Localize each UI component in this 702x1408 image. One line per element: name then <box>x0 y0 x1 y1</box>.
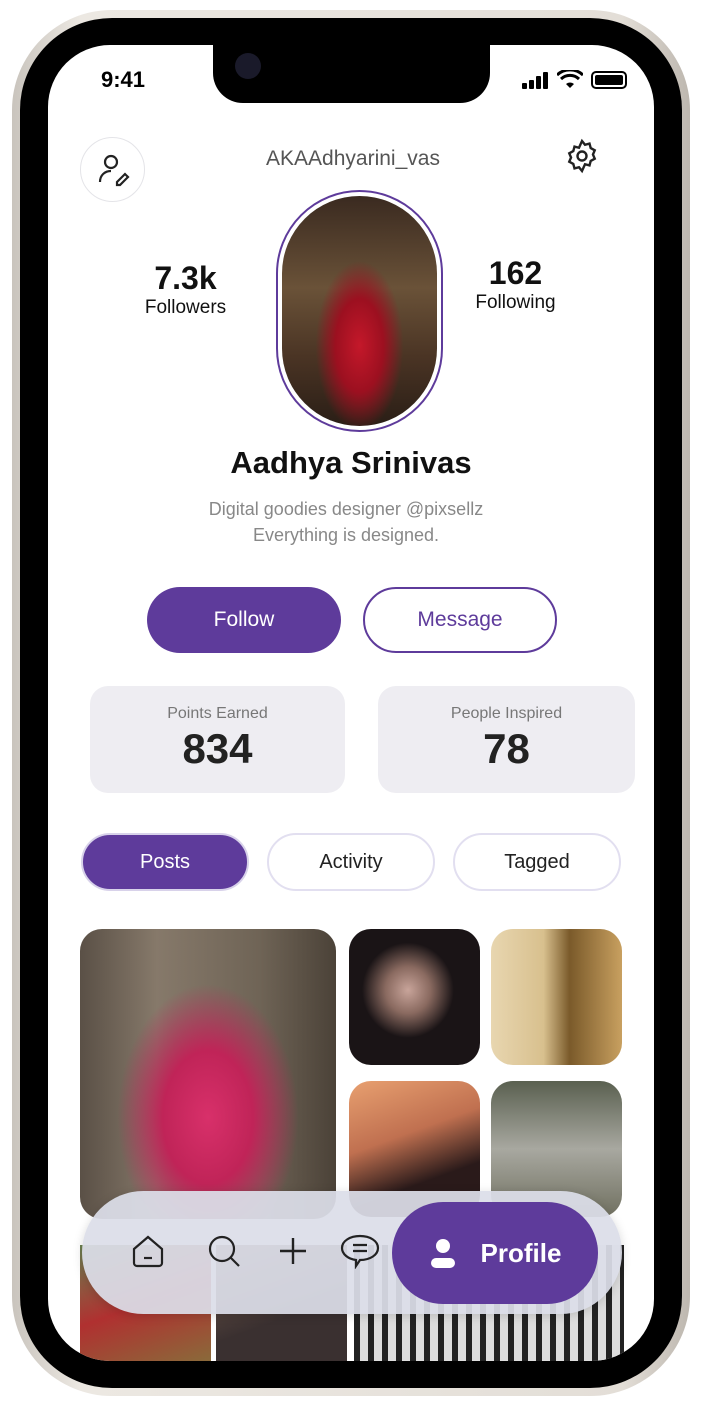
screen: 9:41 AKAAdhyarini_vas 7.3k Followers 162… <box>48 45 654 1361</box>
message-button[interactable]: Message <box>363 587 557 653</box>
search-icon <box>208 1235 240 1267</box>
nav-messages[interactable] <box>340 1233 380 1274</box>
bottom-nav: Profile <box>82 1191 622 1314</box>
following-stat[interactable]: 162 Following <box>448 255 583 314</box>
chat-icon <box>340 1234 380 1270</box>
stat-value: 834 <box>182 725 253 772</box>
followers-stat[interactable]: 7.3k Followers <box>118 260 253 319</box>
follow-button[interactable]: Follow <box>147 587 341 653</box>
following-label: Following <box>475 292 556 313</box>
post-thumbnail[interactable] <box>491 929 622 1065</box>
nav-create[interactable] <box>275 1233 311 1274</box>
stat-label: People Inspired <box>450 705 563 722</box>
status-time: 9:41 <box>101 67 146 92</box>
followers-count: 7.3k <box>154 260 217 296</box>
tab-tagged[interactable]: Tagged <box>453 833 621 891</box>
username: AKAAdhyarini_vas <box>266 147 440 170</box>
stat-label: Points Earned <box>167 705 268 722</box>
followers-label: Followers <box>144 297 227 318</box>
battery-icon <box>591 71 627 89</box>
camera-icon <box>235 53 261 79</box>
home-icon <box>132 1235 164 1268</box>
signal-icon <box>522 72 552 95</box>
following-count: 162 <box>488 255 543 291</box>
bio-line-2: Everything is designed. <box>252 525 440 545</box>
stat-card-inspired: People Inspired 78 <box>378 686 635 793</box>
nav-profile-label: Profile <box>480 1237 562 1268</box>
profile-name: Aadhya Srinivas <box>230 445 472 480</box>
tab-posts[interactable]: Posts <box>81 833 249 891</box>
gear-icon <box>567 138 597 174</box>
settings-button[interactable] <box>564 138 600 179</box>
wifi-icon <box>555 68 585 95</box>
tab-activity[interactable]: Activity <box>267 833 435 891</box>
nav-profile-active[interactable]: Profile <box>392 1202 598 1304</box>
user-edit-icon <box>98 154 130 186</box>
post-thumbnail[interactable] <box>80 929 336 1219</box>
stat-card-points: Points Earned 834 <box>90 686 345 793</box>
edit-profile-button[interactable] <box>80 137 145 202</box>
avatar <box>276 190 443 432</box>
nav-home[interactable] <box>130 1233 166 1274</box>
notch <box>213 45 490 103</box>
bio-line-1: Digital goodies designer @pixsellz <box>208 499 484 519</box>
post-thumbnail[interactable] <box>349 929 480 1065</box>
plus-icon <box>280 1238 306 1264</box>
stat-value: 78 <box>483 725 530 772</box>
profile-icon <box>430 1239 455 1268</box>
nav-search[interactable] <box>206 1233 242 1274</box>
